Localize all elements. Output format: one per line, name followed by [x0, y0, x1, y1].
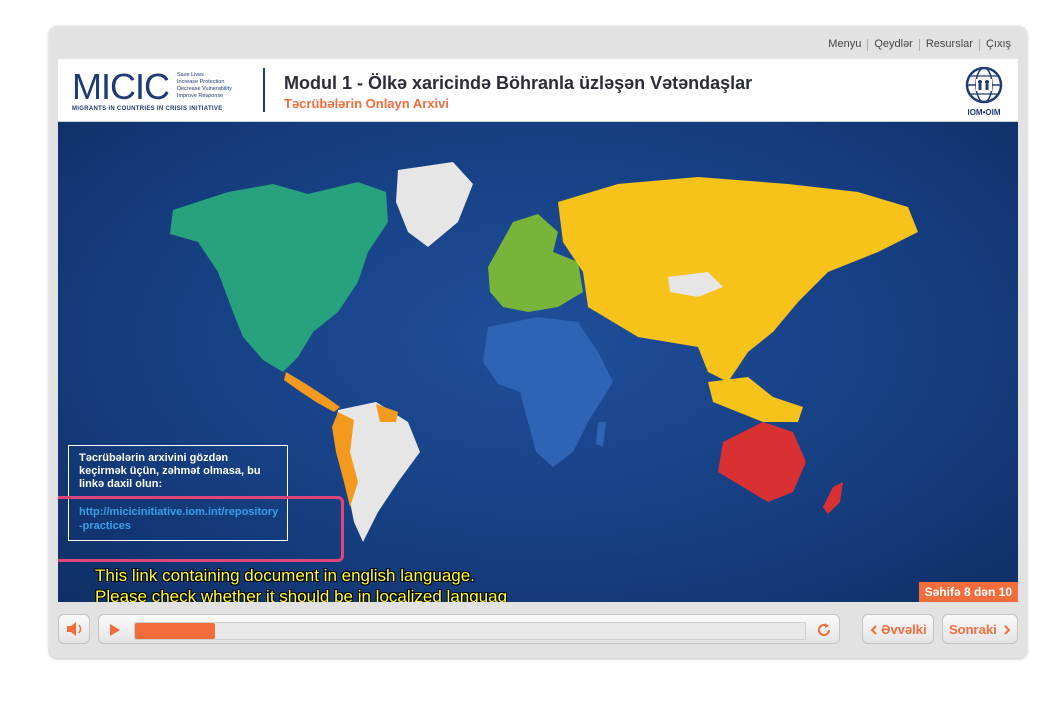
iom-globe-icon: [965, 66, 1003, 104]
logo-taglines: Save Lives Increase Protection Decrease …: [177, 72, 232, 100]
logo-tagline: Save Lives: [177, 72, 204, 78]
playback-bar: [98, 614, 840, 644]
logo-tagline: Decrease Vulnerability: [177, 86, 232, 92]
exit-link[interactable]: Çıxış: [980, 38, 1011, 51]
course-header: MICIC Save Lives Increase Protection Dec…: [58, 59, 1018, 122]
micic-logo: MICIC Save Lives Increase Protection Dec…: [72, 66, 262, 114]
logo-tagline: Increase Protection: [177, 79, 225, 85]
progress-fill: [135, 623, 216, 639]
player-controls: Əvvəlki Sonraki: [58, 612, 1018, 648]
region-asia: [558, 177, 918, 382]
logo-subtitle: MIGRANTS IN COUNTRIES IN CRISIS INITIATI…: [72, 106, 223, 112]
module-subtitle: Təcrübələrin Onlayn Arxivi: [284, 96, 449, 111]
next-button[interactable]: Sonraki: [942, 614, 1018, 644]
review-note: This link containing document in english…: [95, 565, 507, 602]
speaker-icon: [67, 622, 82, 636]
module-title: Modul 1 - Ölkə xaricində Böhranla üzləşə…: [284, 73, 753, 93]
review-note-line: This link containing document in english…: [95, 566, 475, 585]
chevron-right-icon: [1004, 625, 1011, 635]
region-new-zealand: [823, 482, 843, 514]
iom-label: IOM•OIM: [967, 108, 1001, 117]
player-window: Menyu Qeydlər Resurslar Çıxış MICIC Save…: [49, 26, 1027, 658]
region-greenland: [396, 162, 473, 247]
menu-link[interactable]: Menyu: [822, 38, 867, 51]
archive-info-text: Təcrübələrin arxivini gözdən keçirmək üç…: [79, 452, 261, 490]
progress-track[interactable]: [134, 622, 806, 640]
next-label: Sonraki: [949, 622, 997, 637]
previous-label: Əvvəlki: [881, 622, 927, 637]
logo-tagline: Improve Response: [177, 93, 224, 99]
reload-icon[interactable]: [815, 621, 833, 639]
notes-link[interactable]: Qeydlər: [868, 38, 919, 51]
world-map-stage: Təcrübələrin arxivini gözdən keçirmək üç…: [58, 122, 1018, 602]
header-divider: [263, 68, 265, 112]
region-north-america: [170, 182, 388, 372]
previous-button[interactable]: Əvvəlki: [862, 614, 934, 644]
top-navigation: Menyu Qeydlər Resurslar Çıxış: [822, 38, 1011, 51]
play-icon[interactable]: [105, 621, 123, 639]
review-note-line: Please check whether it should be in loc…: [95, 587, 508, 602]
iom-logo: IOM•OIM: [956, 63, 1012, 119]
region-australia: [718, 422, 806, 502]
chevron-left-icon: [870, 625, 877, 635]
review-highlight-box: [58, 496, 344, 562]
resources-link[interactable]: Resurslar: [920, 38, 979, 51]
region-central-america: [284, 372, 340, 412]
volume-button[interactable]: [58, 614, 90, 644]
logo-wordmark: MICIC: [72, 66, 170, 107]
page-counter: Səhifə 8 dən 10: [918, 582, 1018, 602]
region-southeast-asia: [708, 377, 803, 422]
region-africa: [483, 317, 613, 467]
region-madagascar: [596, 422, 606, 447]
